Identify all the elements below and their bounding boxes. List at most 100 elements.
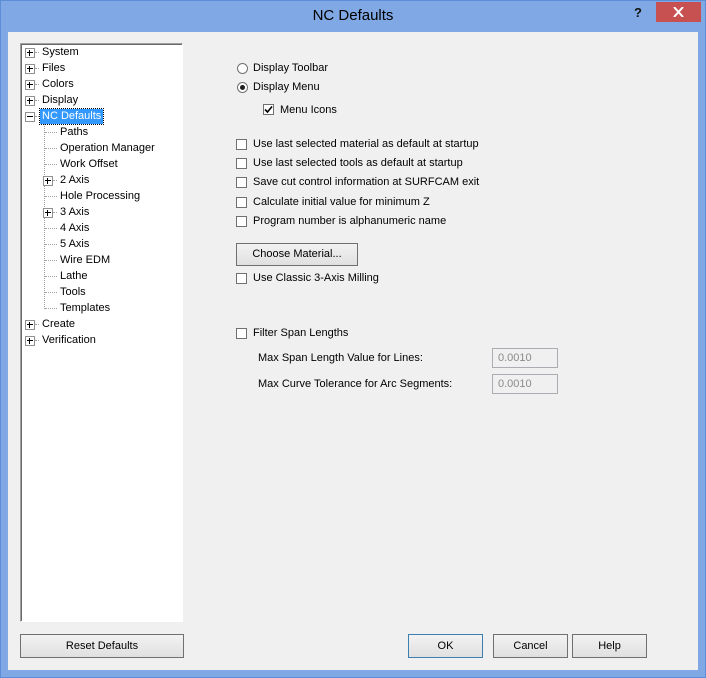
expand-icon[interactable] bbox=[25, 48, 35, 58]
tree-item-label[interactable]: 2 Axis bbox=[58, 173, 91, 188]
classic-milling-checkbox[interactable] bbox=[236, 273, 247, 284]
cancel-button[interactable]: Cancel bbox=[493, 634, 568, 658]
expand-icon[interactable] bbox=[25, 64, 35, 74]
expand-icon[interactable] bbox=[25, 80, 35, 90]
tree-connector-line bbox=[35, 340, 39, 341]
tree-item[interactable]: Display bbox=[21, 93, 180, 109]
expand-icon[interactable] bbox=[25, 96, 35, 106]
checkmark-icon bbox=[264, 105, 273, 114]
option-material-checkbox[interactable] bbox=[236, 139, 247, 150]
dialog-client-area: System Files Colors Display NC Defaults Paths… bbox=[8, 32, 698, 670]
tree-connector-line bbox=[53, 212, 57, 213]
collapse-icon[interactable] bbox=[25, 112, 35, 122]
tree-item[interactable]: Colors bbox=[21, 77, 180, 93]
tree-item[interactable]: System bbox=[21, 45, 180, 61]
choose-material-button[interactable]: Choose Material... bbox=[236, 243, 358, 266]
tree-item[interactable]: Wire EDM bbox=[21, 253, 180, 269]
tree-item[interactable]: Templates bbox=[21, 301, 180, 317]
help-title-button[interactable]: ? bbox=[628, 5, 648, 23]
tree-item-label[interactable]: 3 Axis bbox=[58, 205, 91, 220]
tree-connector-line bbox=[45, 228, 57, 229]
tree-item[interactable]: 4 Axis bbox=[21, 221, 180, 237]
tree-item-label[interactable]: Wire EDM bbox=[58, 253, 112, 268]
display-toolbar-radio[interactable] bbox=[237, 63, 248, 74]
tree-item[interactable]: Files bbox=[21, 61, 180, 77]
tree-connector-line bbox=[45, 308, 57, 309]
tree-item-label[interactable]: NC Defaults bbox=[38, 108, 105, 125]
filter-span-label: Filter Span Lengths bbox=[253, 327, 349, 339]
tree-item[interactable]: 5 Axis bbox=[21, 237, 180, 253]
window-title: NC Defaults bbox=[312, 7, 394, 24]
tree-item[interactable]: Lathe bbox=[21, 269, 180, 285]
expand-icon[interactable] bbox=[25, 336, 35, 346]
reset-defaults-button[interactable]: Reset Defaults bbox=[20, 634, 184, 658]
dialog-window: NC Defaults ? System Files Colors Display NC… bbox=[0, 0, 706, 678]
tree-connector-line bbox=[35, 324, 39, 325]
option-cut-control-label: Save cut control information at SURFCAM … bbox=[253, 176, 480, 188]
option-minimum-z-checkbox[interactable] bbox=[236, 197, 247, 208]
tree-item-label[interactable]: Operation Manager bbox=[58, 141, 157, 156]
expand-icon[interactable] bbox=[43, 208, 53, 218]
tree-item[interactable]: NC Defaults bbox=[21, 108, 180, 125]
option-cut-control-checkbox[interactable] bbox=[236, 177, 247, 188]
close-icon bbox=[673, 7, 684, 17]
span-lines-label: Max Span Length Value for Lines: bbox=[258, 352, 423, 364]
help-button[interactable]: Help bbox=[572, 634, 647, 658]
settings-tree[interactable]: System Files Colors Display NC Defaults Paths… bbox=[20, 43, 183, 622]
tree-item[interactable]: Work Offset bbox=[21, 157, 180, 173]
radio-dot bbox=[240, 85, 245, 90]
span-lines-input[interactable]: 0.0010 bbox=[492, 348, 558, 368]
expand-icon[interactable] bbox=[43, 176, 53, 186]
expand-icon[interactable] bbox=[25, 320, 35, 330]
option-tools-checkbox[interactable] bbox=[236, 158, 247, 169]
tree-item[interactable]: Paths bbox=[21, 125, 180, 141]
tree-item-label[interactable]: System bbox=[40, 45, 81, 60]
option-tools-label: Use last selected tools as default at st… bbox=[253, 157, 463, 169]
tree-item-label[interactable]: 5 Axis bbox=[58, 237, 91, 252]
tree-connector-line bbox=[45, 244, 57, 245]
classic-milling-label: Use Classic 3-Axis Milling bbox=[253, 272, 379, 284]
tree-item[interactable]: 3 Axis bbox=[21, 205, 180, 221]
tree-item-label[interactable]: Files bbox=[40, 61, 67, 76]
tree-connector-line bbox=[45, 164, 57, 165]
display-menu-label: Display Menu bbox=[253, 81, 320, 93]
tree-connector-line bbox=[45, 196, 57, 197]
tree-item-label[interactable]: Create bbox=[40, 317, 77, 332]
tree-connector-line bbox=[45, 260, 57, 261]
tree-item-label[interactable]: Templates bbox=[58, 301, 112, 316]
tree-item-label[interactable]: Hole Processing bbox=[58, 189, 142, 204]
tree-item-label[interactable]: Work Offset bbox=[58, 157, 120, 172]
title-bar[interactable]: NC Defaults ? bbox=[1, 1, 705, 32]
tree-item[interactable]: Operation Manager bbox=[21, 141, 180, 157]
tree-item-label[interactable]: Paths bbox=[58, 125, 90, 140]
option-alphanumeric-label: Program number is alphanumeric name bbox=[253, 215, 447, 227]
arc-tolerance-label: Max Curve Tolerance for Arc Segments: bbox=[258, 378, 453, 390]
close-button[interactable] bbox=[656, 2, 701, 22]
arc-tolerance-input[interactable]: 0.0010 bbox=[492, 374, 558, 394]
tree-item[interactable]: Tools bbox=[21, 285, 180, 301]
tree-connector-line bbox=[45, 292, 57, 293]
tree-item-label[interactable]: Colors bbox=[40, 77, 76, 92]
display-toolbar-label: Display Toolbar bbox=[253, 62, 329, 74]
tree-item-label[interactable]: Lathe bbox=[58, 269, 90, 284]
tree-connector-line bbox=[45, 148, 57, 149]
menu-icons-checkbox[interactable] bbox=[263, 104, 274, 115]
tree-connector-line bbox=[35, 52, 39, 53]
tree-connector-line bbox=[35, 116, 39, 117]
filter-span-checkbox[interactable] bbox=[236, 328, 247, 339]
tree-item[interactable]: Create bbox=[21, 317, 180, 333]
tree-item[interactable]: Verification bbox=[21, 333, 180, 349]
tree-item-label[interactable]: Tools bbox=[58, 285, 88, 300]
menu-icons-label: Menu Icons bbox=[280, 104, 337, 116]
display-menu-radio[interactable] bbox=[237, 82, 248, 93]
tree-connector-line bbox=[45, 276, 57, 277]
tree-item-label[interactable]: Display bbox=[40, 93, 80, 108]
tree-connector-line bbox=[53, 180, 57, 181]
tree-connector-line bbox=[35, 68, 39, 69]
ok-button[interactable]: OK bbox=[408, 634, 483, 658]
option-alphanumeric-checkbox[interactable] bbox=[236, 216, 247, 227]
tree-item-label[interactable]: 4 Axis bbox=[58, 221, 91, 236]
tree-item[interactable]: 2 Axis bbox=[21, 173, 180, 189]
tree-item-label[interactable]: Verification bbox=[40, 333, 98, 348]
tree-item[interactable]: Hole Processing bbox=[21, 189, 180, 205]
